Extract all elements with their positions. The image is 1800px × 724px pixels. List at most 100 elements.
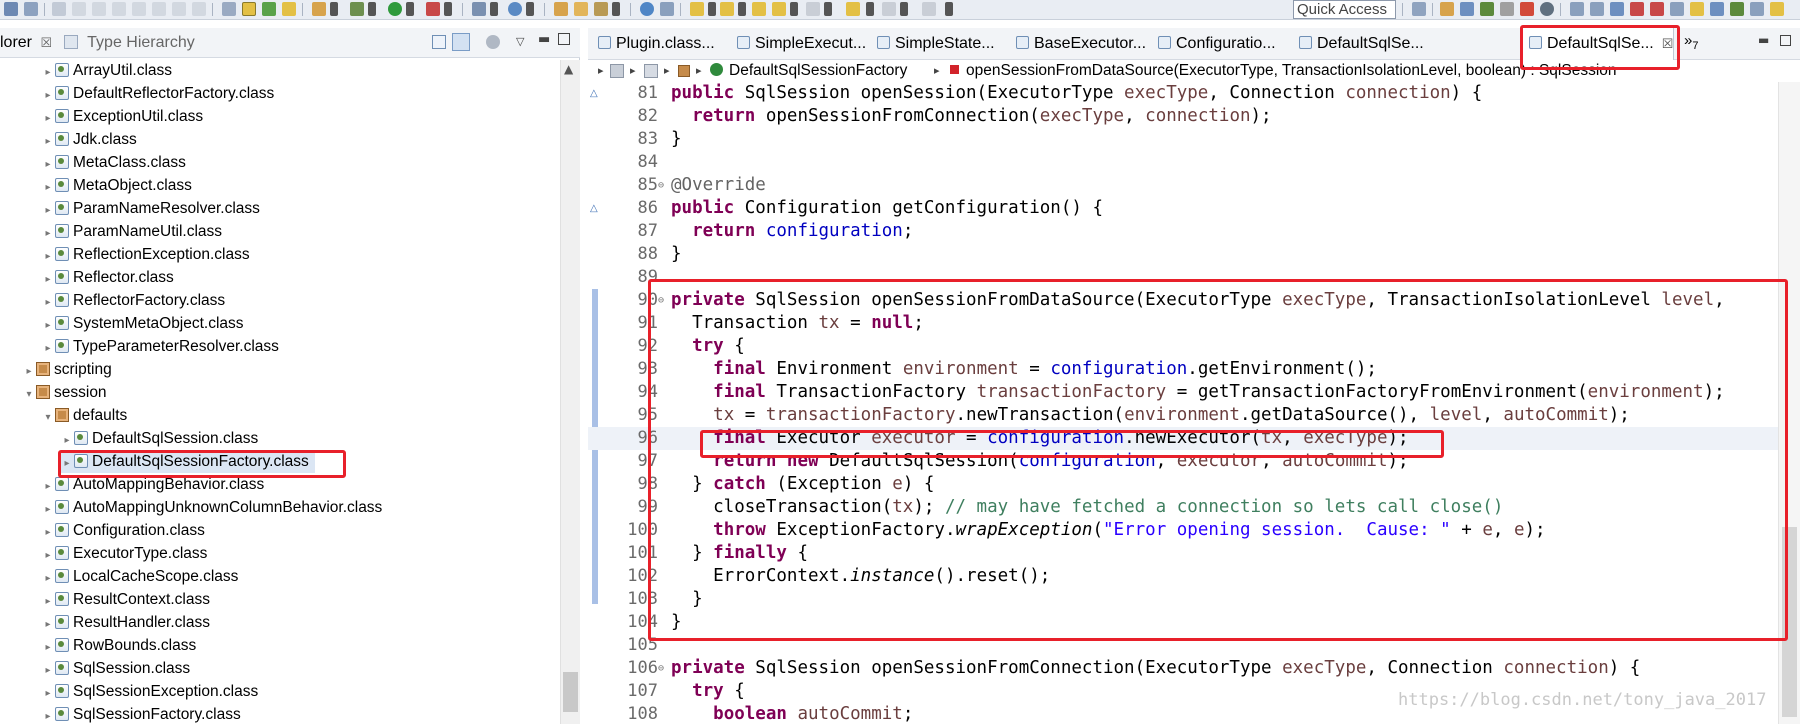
dropdown-arrow-icon[interactable] [444,2,452,16]
code-line[interactable]: 91 Transaction tx = null; [588,312,1778,335]
collapsed-arrow-icon[interactable]: ▸ [41,269,55,291]
breadcrumb-method[interactable]: openSessionFromDataSource(ExecutorType, … [950,60,1617,82]
terminate-icon[interactable] [112,2,126,16]
code-line[interactable]: 104} [588,611,1778,634]
collapsed-arrow-icon[interactable]: ▸ [41,683,55,705]
tree-class-item[interactable]: ▸ ReflectorFactory.class [41,290,225,312]
jar-icon[interactable] [610,64,624,78]
collapsed-arrow-icon[interactable]: ▸ [41,591,55,613]
expanded-arrow-icon[interactable]: ▾ [41,407,55,429]
collapsed-arrow-icon[interactable]: ▸ [41,499,55,521]
svn-perspective-icon[interactable] [1540,2,1554,16]
code-line[interactable]: 86 public Configuration getConfiguration(… [588,197,1778,220]
forward-nav-icon[interactable] [882,2,896,16]
code-line[interactable]: 85 @Override ⊖ [588,174,1778,197]
view-icon[interactable] [1710,2,1724,16]
tree-package-item[interactable]: ▾ session [22,382,106,404]
tree-class-item[interactable]: ▸ Jdk.class [41,129,136,153]
step-return-icon[interactable] [192,2,206,16]
java-perspective-icon[interactable] [1460,2,1474,16]
tab-package-explorer[interactable]: lorer ☒ [0,34,52,52]
code-line[interactable]: 87 return configuration; [588,220,1778,243]
breadcrumb-arrow-icon[interactable]: ▸ [664,60,670,82]
collapsed-arrow-icon[interactable]: ▸ [41,246,55,268]
collapsed-arrow-icon[interactable]: ▸ [41,568,55,590]
dropdown-arrow-icon[interactable] [368,2,376,16]
view-menu-icon[interactable]: ▽ [516,35,524,48]
team-perspective-icon[interactable] [1500,2,1514,16]
fold-toggle-icon[interactable]: ⊖ [658,289,664,312]
collapsed-arrow-icon[interactable]: ▸ [41,177,55,199]
view-icon[interactable] [1610,2,1624,16]
quick-access-input[interactable]: Quick Access [1293,0,1396,19]
view-icon[interactable] [1690,2,1704,16]
dropdown-arrow-icon[interactable] [790,2,798,16]
tree-class-item[interactable]: ▸ Reflector.class [41,267,173,291]
editor-tab[interactable]: SimpleExecut... [729,28,866,60]
minimize-icon[interactable]: ▬ [538,32,550,47]
view-icon[interactable] [1630,2,1644,16]
collapsed-arrow-icon[interactable]: ▸ [41,338,55,360]
editor-tab[interactable]: Plugin.class... [590,28,726,60]
disconnect-icon[interactable] [132,2,146,16]
suspend-icon[interactable] [92,2,106,16]
view-icon[interactable] [1570,2,1584,16]
code-line[interactable]: 99 closeTransaction(tx); // may have fet… [588,496,1778,519]
step-over-icon[interactable] [172,2,186,16]
maximize-icon[interactable] [1780,35,1791,46]
collapsed-arrow-icon[interactable]: ▸ [41,154,55,176]
collapsed-arrow-icon[interactable]: ▸ [41,200,55,222]
forward-nav-icon[interactable] [922,2,936,16]
step-into-icon[interactable] [152,2,166,16]
filter-icon[interactable] [486,35,500,49]
code-line[interactable]: 83} [588,128,1778,151]
dropdown-arrow-icon[interactable] [526,2,534,16]
java-ee-perspective-icon[interactable] [1440,2,1454,16]
code-line[interactable]: 98 } catch (Exception e) { [588,473,1778,496]
toggle-breadcrumb-icon[interactable] [262,2,276,16]
code-line[interactable]: 88} [588,243,1778,266]
tree-class-item[interactable]: ▸ ReflectionException.class [41,244,249,268]
tree-class-item[interactable]: ▸ Configuration.class [41,520,204,544]
view-icon[interactable] [1650,2,1664,16]
code-line[interactable]: 95 tx = transactionFactory.newTransactio… [588,404,1778,427]
view-icon[interactable] [1590,2,1604,16]
use-step-filters-icon[interactable] [222,2,236,16]
prev-annotation-icon[interactable] [720,2,734,16]
package-icon[interactable] [678,65,690,77]
collapsed-arrow-icon[interactable]: ▸ [41,522,55,544]
view-icon[interactable] [1670,2,1684,16]
tree-class-item[interactable]: ▸ ArrayUtil.class [41,60,172,82]
tree-class-item[interactable]: ▸ SqlSessionFactory.class [41,704,240,724]
class-file-icon[interactable] [644,64,658,78]
code-line[interactable]: 101 } finally { [588,542,1778,565]
search-icon[interactable] [594,2,608,16]
more-tabs-button[interactable]: »7 [1684,32,1698,52]
dropdown-arrow-icon[interactable] [330,2,338,16]
code-line[interactable]: 81 public SqlSession openSession(Executor… [588,82,1778,105]
open-perspective-icon[interactable] [1412,2,1426,16]
view-icon[interactable] [1770,2,1784,16]
collapsed-arrow-icon[interactable]: ▸ [41,223,55,245]
breadcrumb-arrow-icon[interactable]: ▸ [598,60,604,82]
editor-tab[interactable]: SimpleState... [869,28,1005,60]
collapsed-arrow-icon[interactable]: ▸ [41,637,55,659]
open-folder-icon[interactable] [574,2,588,16]
collapse-all-icon[interactable] [432,35,446,49]
save-icon[interactable] [4,2,18,16]
collapsed-arrow-icon[interactable]: ▸ [41,131,55,153]
dropdown-arrow-icon[interactable] [866,2,874,16]
collapsed-arrow-icon[interactable]: ▸ [22,361,36,383]
code-area[interactable]: 81 public SqlSession openSession(Executor… [588,82,1778,724]
tree-class-item[interactable]: ▸ DefaultReflectorFactory.class [41,83,274,105]
resume-icon[interactable] [72,2,86,16]
maximize-icon[interactable] [558,33,570,45]
collapsed-arrow-icon[interactable]: ▸ [60,430,74,452]
tree-class-item[interactable]: ▸ DefaultSqlSession.class [60,428,258,450]
dropdown-arrow-icon[interactable] [824,2,832,16]
back-icon[interactable] [772,2,786,16]
skip-breakpoints-icon[interactable] [52,2,66,16]
link-with-editor-icon[interactable] [452,33,470,51]
tree-class-item[interactable]: ▸ ResultContext.class [41,589,210,611]
globe-icon[interactable] [640,2,654,16]
